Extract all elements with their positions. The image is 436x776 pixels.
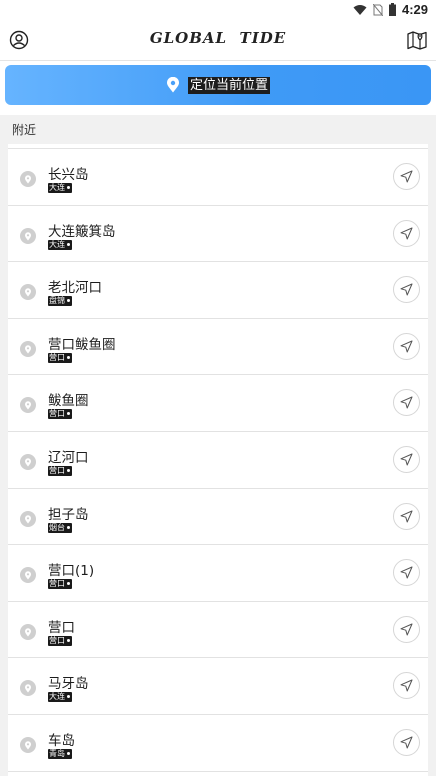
place-name: 营口鲅鱼圈 <box>48 336 116 353</box>
place-list-item[interactable]: 营口(1) 营口 <box>8 545 428 602</box>
place-region-tag: 营口 <box>48 579 72 590</box>
place-list-item[interactable]: 马牙岛 大连 <box>8 658 428 715</box>
navigate-arrow-icon <box>400 170 413 183</box>
navigate-arrow-icon <box>400 623 413 636</box>
place-pin-icon <box>20 623 36 640</box>
app-title: GLOBAL TIDE <box>149 29 287 47</box>
place-region-tag: 大连 <box>48 183 72 193</box>
place-list-item[interactable]: 营口鲅鱼圈 营口 <box>8 319 428 376</box>
wifi-icon <box>353 4 367 15</box>
place-list-item[interactable]: 老北河口 盘锦 <box>8 262 428 319</box>
place-name: 鲅鱼圈 <box>48 393 89 410</box>
location-pin-icon <box>166 77 179 93</box>
place-pin-icon <box>20 510 36 527</box>
place-name: 老北河口 <box>48 280 102 297</box>
place-list-item[interactable]: 营口 营口 <box>8 602 428 659</box>
nearby-place-list: 长兴岛 大连 大连簸箕岛 大连 老北河口 盘锦 营口鲅鱼圈 营口 鲅鱼圈 营口 辽河口 营口 担子岛 烟台… <box>8 144 428 776</box>
place-pin-icon <box>20 340 36 357</box>
place-region-tag: 烟台 <box>48 522 72 533</box>
navigate-button[interactable] <box>393 219 420 247</box>
place-name: 担子岛 <box>48 506 89 523</box>
place-pin-icon <box>20 171 36 187</box>
navigate-button[interactable] <box>393 332 420 360</box>
navigate-button[interactable] <box>393 728 420 756</box>
place-name: 马牙岛 <box>48 676 89 693</box>
place-name: 大连簸箕岛 <box>48 223 116 240</box>
navigate-arrow-icon <box>400 679 413 692</box>
no-sim-icon <box>372 3 383 16</box>
place-list-item[interactable]: 鲅鱼圈 营口 <box>8 375 428 432</box>
place-list-item[interactable]: 担子岛 烟台 <box>8 489 428 546</box>
place-name: 营口 <box>48 619 75 636</box>
place-region-tag: 盘锦 <box>48 296 72 307</box>
locate-button-label: 定位当前位置 <box>187 76 270 94</box>
navigate-arrow-icon <box>400 453 413 466</box>
place-name: 长兴岛 <box>48 167 89 183</box>
place-pin-icon <box>20 567 36 584</box>
navigate-arrow-icon <box>400 510 413 523</box>
navigate-button[interactable] <box>393 672 420 700</box>
place-list-item[interactable]: 辽河口 营口 <box>8 432 428 489</box>
place-region-tag: 大连 <box>48 239 72 250</box>
status-time: 4:29 <box>401 2 428 17</box>
status-bar: 4:29 <box>0 0 436 20</box>
place-name: 车岛 <box>48 732 75 749</box>
navigate-arrow-icon <box>400 736 413 749</box>
navigate-arrow-icon <box>400 566 413 579</box>
navigate-arrow-icon <box>400 283 413 296</box>
map-pin-icon[interactable] <box>406 29 428 51</box>
navigate-button[interactable] <box>393 445 420 473</box>
place-name: 营口(1) <box>48 563 95 580</box>
place-pin-icon <box>20 736 36 753</box>
navigate-arrow-icon <box>400 227 413 240</box>
navigate-button[interactable] <box>393 163 420 190</box>
place-region-tag: 营口 <box>48 465 72 476</box>
place-pin-icon <box>20 227 36 244</box>
place-list-item[interactable]: 大连簸箕岛 大连 <box>8 206 428 263</box>
navigate-button[interactable] <box>393 389 420 417</box>
locate-container: 定位当前位置 <box>0 61 436 115</box>
navigate-arrow-icon <box>400 340 413 353</box>
place-region-tag: 青岛 <box>48 748 72 759</box>
battery-icon <box>388 3 396 16</box>
navigate-button[interactable] <box>393 276 420 304</box>
place-region-tag: 营口 <box>48 635 72 646</box>
place-pin-icon <box>20 397 36 414</box>
navigate-button[interactable] <box>393 502 420 530</box>
place-pin-icon <box>20 284 36 301</box>
top-bar: GLOBAL TIDE <box>0 20 436 61</box>
locate-current-position-button[interactable]: 定位当前位置 <box>5 65 431 105</box>
place-pin-icon <box>20 680 36 697</box>
navigate-button[interactable] <box>393 615 420 643</box>
navigate-arrow-icon <box>400 396 413 409</box>
place-pin-icon <box>20 453 36 470</box>
place-list-item[interactable]: 长兴岛 大连 <box>8 149 428 206</box>
place-list-item[interactable]: 车岛 青岛 <box>8 715 428 772</box>
place-name: 辽河口 <box>48 449 89 466</box>
place-region-tag: 营口 <box>48 352 72 363</box>
navigate-button[interactable] <box>393 559 420 587</box>
place-region-tag: 大连 <box>48 692 72 703</box>
place-region-tag: 营口 <box>48 409 72 420</box>
nearby-section-label: 附近 <box>0 115 436 145</box>
